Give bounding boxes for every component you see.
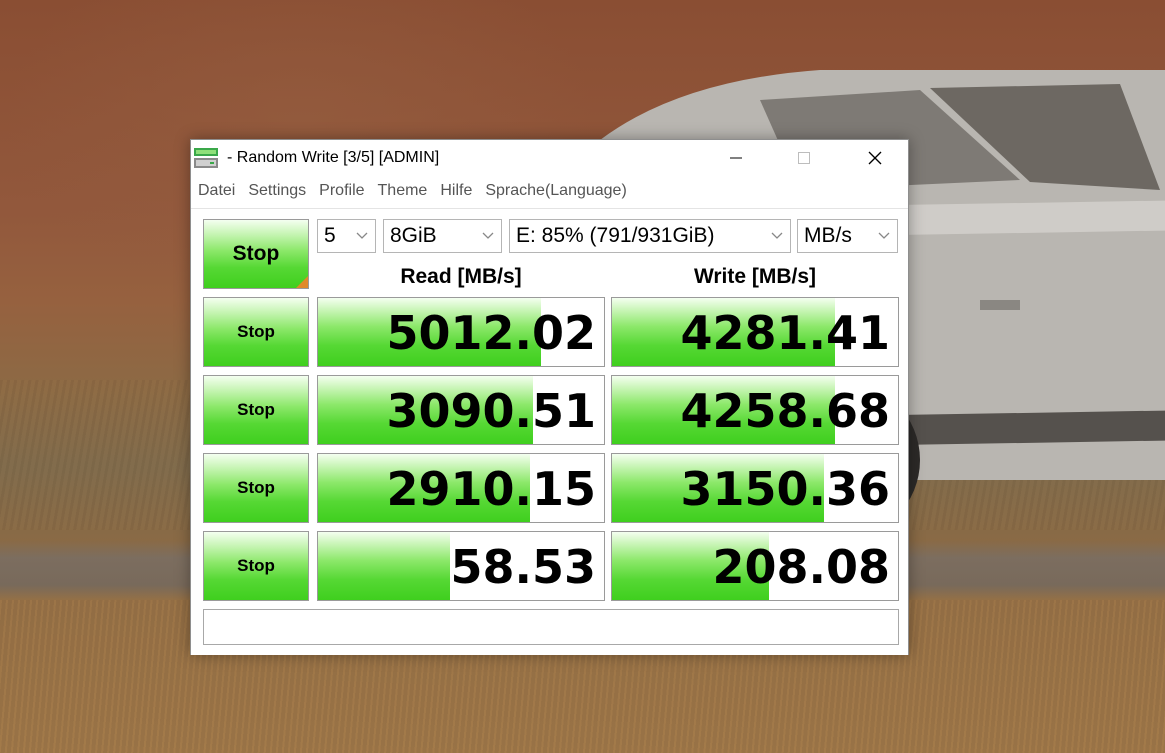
stop-all-button[interactable]: Stop bbox=[203, 219, 309, 289]
row-1-write-value: 4281.41 bbox=[680, 306, 890, 360]
crystaldiskmark-window: - Random Write [3/5] [ADMIN] Datei Setti… bbox=[190, 139, 909, 655]
write-column-header: Write [MB/s] bbox=[693, 265, 817, 288]
row-3-stop-button[interactable]: Stop bbox=[203, 453, 309, 523]
corner-marker bbox=[296, 276, 308, 288]
menu-profile[interactable]: Profile bbox=[312, 182, 370, 200]
read-column-header: Read [MB/s] bbox=[400, 265, 522, 288]
row-2-read-result: 3090.51 bbox=[317, 375, 605, 445]
row-3-read-value: 2910.15 bbox=[386, 462, 596, 516]
row-1-read-result: 5012.02 bbox=[317, 297, 605, 367]
row-2-stop-button[interactable]: Stop bbox=[203, 375, 309, 445]
unit-select[interactable]: MB/s bbox=[797, 219, 898, 253]
menu-datei[interactable]: Datei bbox=[191, 182, 241, 200]
row-1-write-result: 4281.41 bbox=[611, 297, 899, 367]
title-bar[interactable]: - Random Write [3/5] [ADMIN] bbox=[191, 140, 908, 176]
chevron-down-icon bbox=[356, 232, 368, 239]
row-4-read-result: 58.53 bbox=[317, 531, 605, 601]
close-button[interactable] bbox=[852, 140, 898, 176]
test-count-select[interactable]: 5 bbox=[317, 219, 376, 253]
row-3-write-result: 3150.36 bbox=[611, 453, 899, 523]
drive-value: E: 85% (791/931GiB) bbox=[516, 224, 715, 247]
crystaldiskmark-icon bbox=[194, 148, 218, 168]
close-icon bbox=[868, 151, 882, 165]
row-4-write-result: 208.08 bbox=[611, 531, 899, 601]
row-1-stop-label: Stop bbox=[237, 322, 275, 341]
row-3-read-result: 2910.15 bbox=[317, 453, 605, 523]
test-count-value: 5 bbox=[324, 224, 336, 247]
drive-select[interactable]: E: 85% (791/931GiB) bbox=[509, 219, 791, 253]
row-3-stop-label: Stop bbox=[237, 478, 275, 497]
row-2-read-value: 3090.51 bbox=[386, 384, 596, 438]
chevron-down-icon bbox=[482, 232, 494, 239]
menu-settings[interactable]: Settings bbox=[241, 182, 312, 200]
row-3-write-value: 3150.36 bbox=[680, 462, 890, 516]
comment-field[interactable] bbox=[203, 609, 899, 645]
stop-all-label: Stop bbox=[232, 242, 280, 265]
maximize-button[interactable] bbox=[781, 140, 827, 176]
chevron-down-icon bbox=[771, 232, 783, 239]
window-title: - Random Write [3/5] [ADMIN] bbox=[227, 149, 440, 166]
row-4-read-bar bbox=[318, 532, 450, 600]
row-4-stop-button[interactable]: Stop bbox=[203, 531, 309, 601]
menu-language[interactable]: Sprache(Language) bbox=[478, 182, 632, 200]
menu-hilfe[interactable]: Hilfe bbox=[433, 182, 478, 200]
menu-bar: Datei Settings Profile Theme Hilfe Sprac… bbox=[191, 178, 908, 204]
benchmark-panel: Stop 5 8GiB E: 85% (791/931GiB) MB/s Rea… bbox=[191, 208, 908, 655]
maximize-icon bbox=[798, 152, 810, 164]
row-2-stop-label: Stop bbox=[237, 400, 275, 419]
minimize-icon bbox=[730, 157, 742, 159]
row-4-write-value: 208.08 bbox=[712, 540, 890, 594]
row-2-write-value: 4258.68 bbox=[680, 384, 890, 438]
minimize-button[interactable] bbox=[713, 140, 759, 176]
test-size-select[interactable]: 8GiB bbox=[383, 219, 502, 253]
row-4-read-value: 58.53 bbox=[450, 540, 596, 594]
row-2-write-result: 4258.68 bbox=[611, 375, 899, 445]
row-1-stop-button[interactable]: Stop bbox=[203, 297, 309, 367]
row-4-stop-label: Stop bbox=[237, 556, 275, 575]
unit-value: MB/s bbox=[804, 224, 852, 247]
chevron-down-icon bbox=[878, 232, 890, 239]
test-size-value: 8GiB bbox=[390, 224, 437, 247]
row-1-read-value: 5012.02 bbox=[386, 306, 596, 360]
menu-theme[interactable]: Theme bbox=[371, 182, 434, 200]
